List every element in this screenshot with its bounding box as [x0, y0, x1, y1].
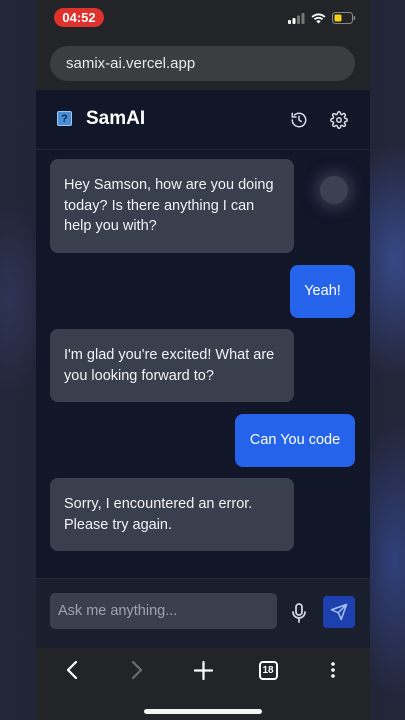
tabs-button[interactable]: 18	[253, 658, 283, 682]
browser-url-area: samix-ai.vercel.app	[36, 36, 370, 90]
mic-button[interactable]	[288, 601, 310, 625]
battery-icon	[332, 12, 356, 24]
status-icons	[288, 12, 356, 24]
settings-button[interactable]	[327, 108, 351, 132]
url-text: samix-ai.vercel.app	[66, 55, 196, 72]
chevron-right-icon	[131, 661, 143, 679]
more-vertical-icon	[331, 662, 335, 678]
app-title: SamAI	[86, 108, 146, 129]
bot-message: I'm glad you're excited! What are you lo…	[50, 329, 294, 402]
bot-message: Sorry, I encountered an error. Please tr…	[50, 478, 294, 551]
address-bar[interactable]: samix-ai.vercel.app	[50, 46, 355, 81]
plus-icon	[193, 660, 213, 680]
composer	[36, 578, 370, 648]
back-button[interactable]	[57, 658, 87, 682]
app-header: ? SamAI	[36, 90, 370, 150]
user-message: Yeah!	[290, 265, 355, 318]
more-menu-button[interactable]	[318, 658, 348, 682]
user-message: Can You code	[235, 414, 355, 467]
wifi-icon	[311, 13, 326, 23]
status-bar: 04:52	[36, 0, 370, 36]
app-logo-icon: ?	[57, 111, 72, 126]
floating-orb	[320, 176, 348, 204]
message-input[interactable]	[50, 593, 277, 629]
status-time: 04:52	[54, 8, 104, 27]
gear-icon	[330, 111, 348, 129]
send-button[interactable]	[323, 596, 355, 628]
tabs-icon: 18	[258, 660, 278, 680]
bot-message: Hey Samson, how are you doing today? Is …	[50, 159, 294, 253]
history-button[interactable]	[287, 108, 311, 132]
microphone-icon	[292, 603, 306, 623]
chevron-left-icon	[66, 661, 78, 679]
signal-icon	[288, 12, 305, 24]
history-icon	[291, 112, 307, 128]
chat-area[interactable]: Hey Samson, how are you doing today? Is …	[36, 151, 370, 578]
new-tab-button[interactable]	[188, 658, 218, 682]
home-indicator[interactable]	[144, 709, 262, 714]
send-icon	[330, 603, 348, 621]
browser-toolbar: 18	[36, 648, 370, 720]
phone-screen: 04:52 samix-ai.vercel.app ? SamAI Hey Sa…	[36, 0, 370, 720]
forward-button[interactable]	[122, 658, 152, 682]
